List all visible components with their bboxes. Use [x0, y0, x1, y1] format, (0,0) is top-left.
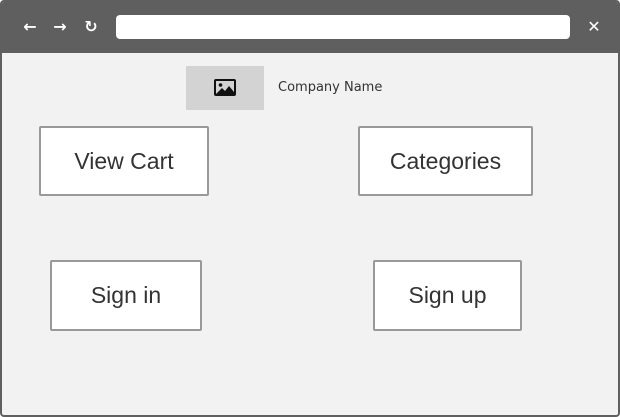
sign-in-button[interactable]: Sign in — [50, 260, 202, 331]
close-icon[interactable]: ✕ — [584, 15, 604, 39]
browser-window: ← → ↻ ✕ Company Name View Cart Categorie… — [0, 0, 620, 417]
back-arrow-icon[interactable]: ← — [20, 15, 40, 39]
categories-button[interactable]: Categories — [358, 126, 533, 196]
forward-arrow-icon[interactable]: → — [50, 15, 70, 39]
company-logo-placeholder — [186, 66, 264, 110]
company-name: Company Name — [278, 80, 383, 95]
browser-toolbar: ← → ↻ ✕ — [2, 2, 618, 53]
address-bar[interactable] — [116, 15, 570, 39]
image-icon — [214, 79, 236, 96]
sign-up-button[interactable]: Sign up — [373, 260, 522, 331]
reload-icon[interactable]: ↻ — [81, 15, 101, 39]
view-cart-button[interactable]: View Cart — [39, 126, 209, 196]
